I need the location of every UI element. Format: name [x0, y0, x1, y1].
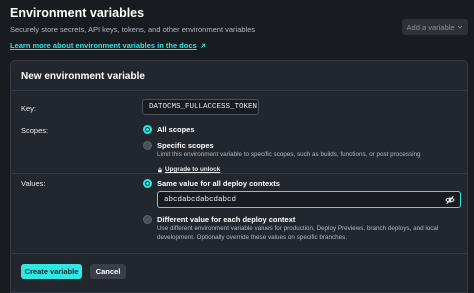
add-variable-button[interactable]: Add a variable: [402, 19, 468, 35]
scope-option-all[interactable]: All scopes: [143, 125, 195, 134]
new-variable-form: New environment variable Key: DATOCMS_FU…: [10, 60, 468, 293]
page-title: Environment variables: [10, 6, 145, 20]
radio-selected[interactable]: [143, 179, 152, 188]
scope-option-label: All scopes: [157, 125, 195, 134]
docs-link-label: Learn more about environment variables i…: [10, 41, 197, 50]
radio-selected[interactable]: [143, 125, 152, 134]
arrow-up-right-icon: [200, 43, 205, 49]
value-option-different[interactable]: Different value for each deploy context …: [143, 215, 457, 242]
value-option-same[interactable]: Same value for all deploy contexts: [143, 179, 280, 188]
value-input-value: abcdabcdabcdabcd: [164, 195, 237, 204]
scope-option-description: Limit this environment variable to speci…: [157, 151, 421, 158]
docs-link[interactable]: Learn more about environment variables i…: [10, 41, 206, 51]
form-divider: [11, 253, 467, 254]
upgrade-link[interactable]: Upgrade to unlock: [157, 166, 220, 173]
radio-unselected[interactable]: [143, 215, 152, 224]
create-variable-label: Create variable: [24, 267, 79, 276]
cancel-button[interactable]: Cancel: [90, 264, 126, 279]
form-divider: [11, 90, 467, 91]
key-input[interactable]: DATOCMS_FULLACCESS_TOKEN: [142, 99, 259, 115]
lock-icon: [158, 167, 162, 172]
value-option-description: Use different environment variable value…: [157, 225, 439, 241]
radio-unselected[interactable]: [143, 141, 152, 150]
page-subtitle: Securely store secrets, API keys, tokens…: [10, 25, 256, 34]
page-header: Environment variables Securely store sec…: [10, 6, 468, 53]
upgrade-link-label: Upgrade to unlock: [165, 166, 221, 173]
value-input[interactable]: abcdabcdabcdabcd: [157, 191, 461, 208]
add-variable-label: Add a variable: [406, 22, 455, 32]
form-divider: [11, 173, 467, 174]
form-title: New environment variable: [21, 71, 145, 82]
values-label: Values:: [21, 179, 46, 188]
create-variable-button[interactable]: Create variable: [21, 264, 82, 279]
chevron-down-icon: [458, 25, 463, 29]
scopes-label: Scopes:: [21, 126, 49, 135]
value-option-label: Same value for all deploy contexts: [157, 179, 280, 188]
key-input-value: DATOCMS_FULLACCESS_TOKEN: [149, 103, 258, 111]
value-option-label: Different value for each deploy context: [157, 215, 296, 224]
scope-option-label: Specific scopes: [157, 141, 214, 150]
eye-slash-icon[interactable]: [445, 195, 455, 205]
key-label: Key:: [21, 104, 37, 113]
cancel-label: Cancel: [95, 267, 121, 276]
